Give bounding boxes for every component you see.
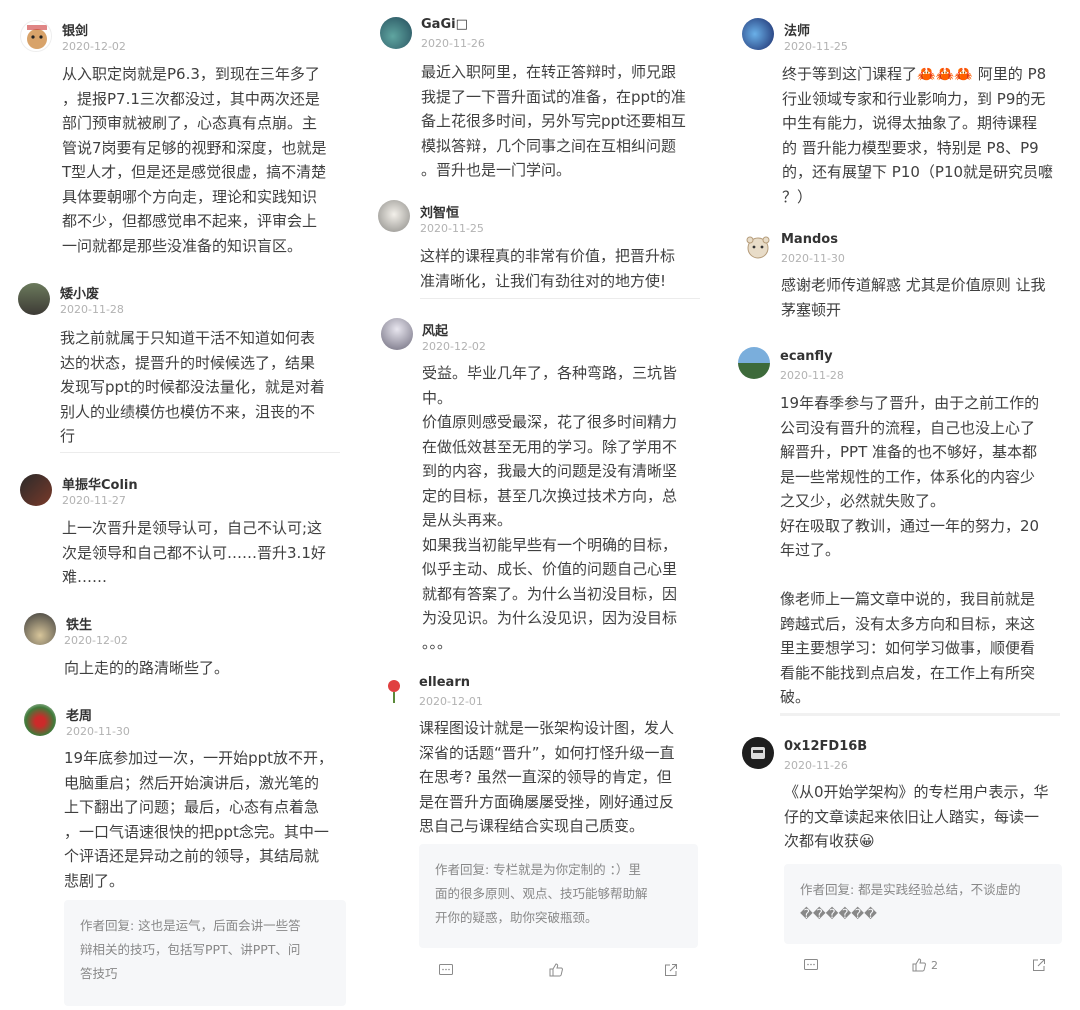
comment-text: 感谢老师传道解惑 尤其是价值原则 让我 茅塞顿开 bbox=[781, 276, 1046, 319]
thumbs-up-icon bbox=[549, 963, 563, 977]
like-action[interactable] bbox=[548, 962, 564, 978]
bear-avatar-icon bbox=[746, 236, 770, 259]
commenter-name[interactable]: 矮小废 bbox=[60, 283, 99, 302]
comment-date: 2020-11-30 bbox=[781, 252, 845, 265]
comment-date: 2020-11-28 bbox=[60, 303, 124, 316]
commenter-name[interactable]: ellearn bbox=[419, 675, 470, 690]
avatar[interactable] bbox=[24, 613, 56, 645]
avatar[interactable] bbox=[742, 737, 774, 769]
comment-text: 19年底参加过一次，一开始ppt放不开， 电脑重启；然后开始演讲后，激光笔的 上… bbox=[64, 749, 334, 890]
comment-text: 向上走的的路清晰些了。 bbox=[64, 659, 230, 677]
comment-text: 《从0开始学架构》的专栏用户表示，华 仔的文章读起来依旧让人踏实，每读一 次都有… bbox=[784, 783, 1049, 850]
share-action[interactable] bbox=[1031, 957, 1047, 973]
comment-text: 课程图设计就是一张架构设计图，发人 深省的话题“晋升”，如何打怪升级一直 在思考… bbox=[419, 719, 675, 835]
like-action[interactable]: 2 bbox=[911, 957, 938, 973]
comment-date: 2020-11-27 bbox=[62, 494, 126, 507]
commenter-name[interactable]: 法师 bbox=[784, 20, 810, 39]
commenter-name[interactable]: 0x12FD16B bbox=[784, 739, 867, 754]
comment-date: 2020-11-26 bbox=[421, 37, 485, 50]
share-action[interactable] bbox=[663, 962, 679, 978]
comment-date: 2020-11-25 bbox=[420, 222, 484, 235]
comment-text: 受益。毕业几年了，各种弯路，三坑皆 中。 价值原则感受最深，花了很多时间精力 在… bbox=[422, 364, 678, 652]
comment-date: 2020-12-01 bbox=[419, 695, 483, 708]
comment-date: 2020-12-02 bbox=[62, 40, 126, 53]
comment-text: 终于等到这门课程了🦀🦀🦀 阿里的 P8 行业领域专家和行业影响力，到 P9的无 … bbox=[782, 65, 1054, 206]
comment-icon bbox=[439, 964, 453, 975]
share-icon bbox=[1033, 959, 1045, 971]
avatar[interactable] bbox=[381, 318, 413, 350]
comment-text: 我之前就属于只知道干活不知道如何表 达的状态，提晋升的时候候选了，结果 发现写p… bbox=[60, 329, 325, 445]
author-reply: 作者回复: 这也是运气，后面会讲一些答 辩相关的技巧，包括写PPT、讲PPT、问… bbox=[64, 900, 346, 1006]
avatar[interactable] bbox=[20, 20, 52, 52]
comment-date: 2020-11-30 bbox=[66, 725, 130, 738]
avatar[interactable] bbox=[742, 18, 774, 50]
comment-date: 2020-11-25 bbox=[784, 40, 848, 53]
commenter-name[interactable]: ecanfly bbox=[780, 349, 833, 364]
thumbs-up-icon bbox=[912, 958, 926, 972]
comment-date: 2020-12-02 bbox=[64, 634, 128, 647]
avatar[interactable] bbox=[24, 704, 56, 736]
author-reply: 作者回复: 都是实践经验总结，不谈虚的 ������ bbox=[784, 864, 1062, 944]
avatar[interactable] bbox=[18, 283, 50, 315]
comment-text: 19年春季参与了晋升，由于之前工作的 公司没有晋升的流程，自己也没上心了 解晋升… bbox=[780, 394, 1040, 706]
avatar[interactable] bbox=[20, 474, 52, 506]
avatar[interactable] bbox=[742, 232, 774, 264]
robot-avatar-icon bbox=[751, 747, 765, 759]
commenter-name[interactable]: 风起 bbox=[422, 320, 448, 339]
comment-text: 这样的课程真的非常有价值，把晋升标 准清晰化，让我们有劲往对的地方使! bbox=[420, 247, 676, 290]
comment-date: 2020-11-28 bbox=[780, 369, 844, 382]
comment-text: 从入职定岗就是P6.3，到现在三年多了 ，提报P7.1三次都没过，其中两次还是 … bbox=[62, 65, 327, 255]
dog-avatar-icon bbox=[27, 25, 47, 49]
comment-icon bbox=[804, 959, 818, 970]
commenter-name[interactable]: 老周 bbox=[66, 705, 92, 724]
avatar[interactable] bbox=[738, 347, 770, 379]
comment-action[interactable] bbox=[803, 957, 819, 973]
flower-avatar-icon bbox=[388, 680, 400, 703]
commenter-name[interactable]: 银剑 bbox=[62, 20, 88, 39]
commenter-name[interactable]: 单振华Colin bbox=[62, 474, 138, 493]
share-icon bbox=[665, 964, 677, 976]
avatar[interactable] bbox=[378, 200, 410, 232]
divider bbox=[780, 713, 1060, 716]
commenter-name[interactable]: GaGi□ bbox=[421, 17, 468, 32]
comment-date: 2020-12-02 bbox=[422, 340, 486, 353]
comment-text: 上一次晋升是领导认可，自己不认可;这 次是领导和自己都不认可……晋升3.1好 难… bbox=[62, 519, 326, 586]
comment-date: 2020-11-26 bbox=[784, 759, 848, 772]
comment-action[interactable] bbox=[438, 962, 454, 978]
comment-text: 最近入职阿里，在转正答辩时，师兄跟 我提了一下晋升面试的准备，在ppt的准 备上… bbox=[421, 63, 686, 179]
like-count: 2 bbox=[931, 958, 938, 972]
commenter-name[interactable]: Mandos bbox=[781, 232, 838, 247]
commenter-name[interactable]: 刘智恒 bbox=[420, 202, 459, 221]
author-reply: 作者回复: 专栏就是为你定制的 ：）里 面的很多原则、观点、技巧能够帮助解 开你… bbox=[419, 844, 698, 948]
divider bbox=[420, 298, 700, 299]
avatar[interactable] bbox=[380, 17, 412, 49]
avatar[interactable] bbox=[378, 673, 410, 705]
divider bbox=[60, 452, 340, 453]
commenter-name[interactable]: 铁生 bbox=[66, 614, 92, 633]
